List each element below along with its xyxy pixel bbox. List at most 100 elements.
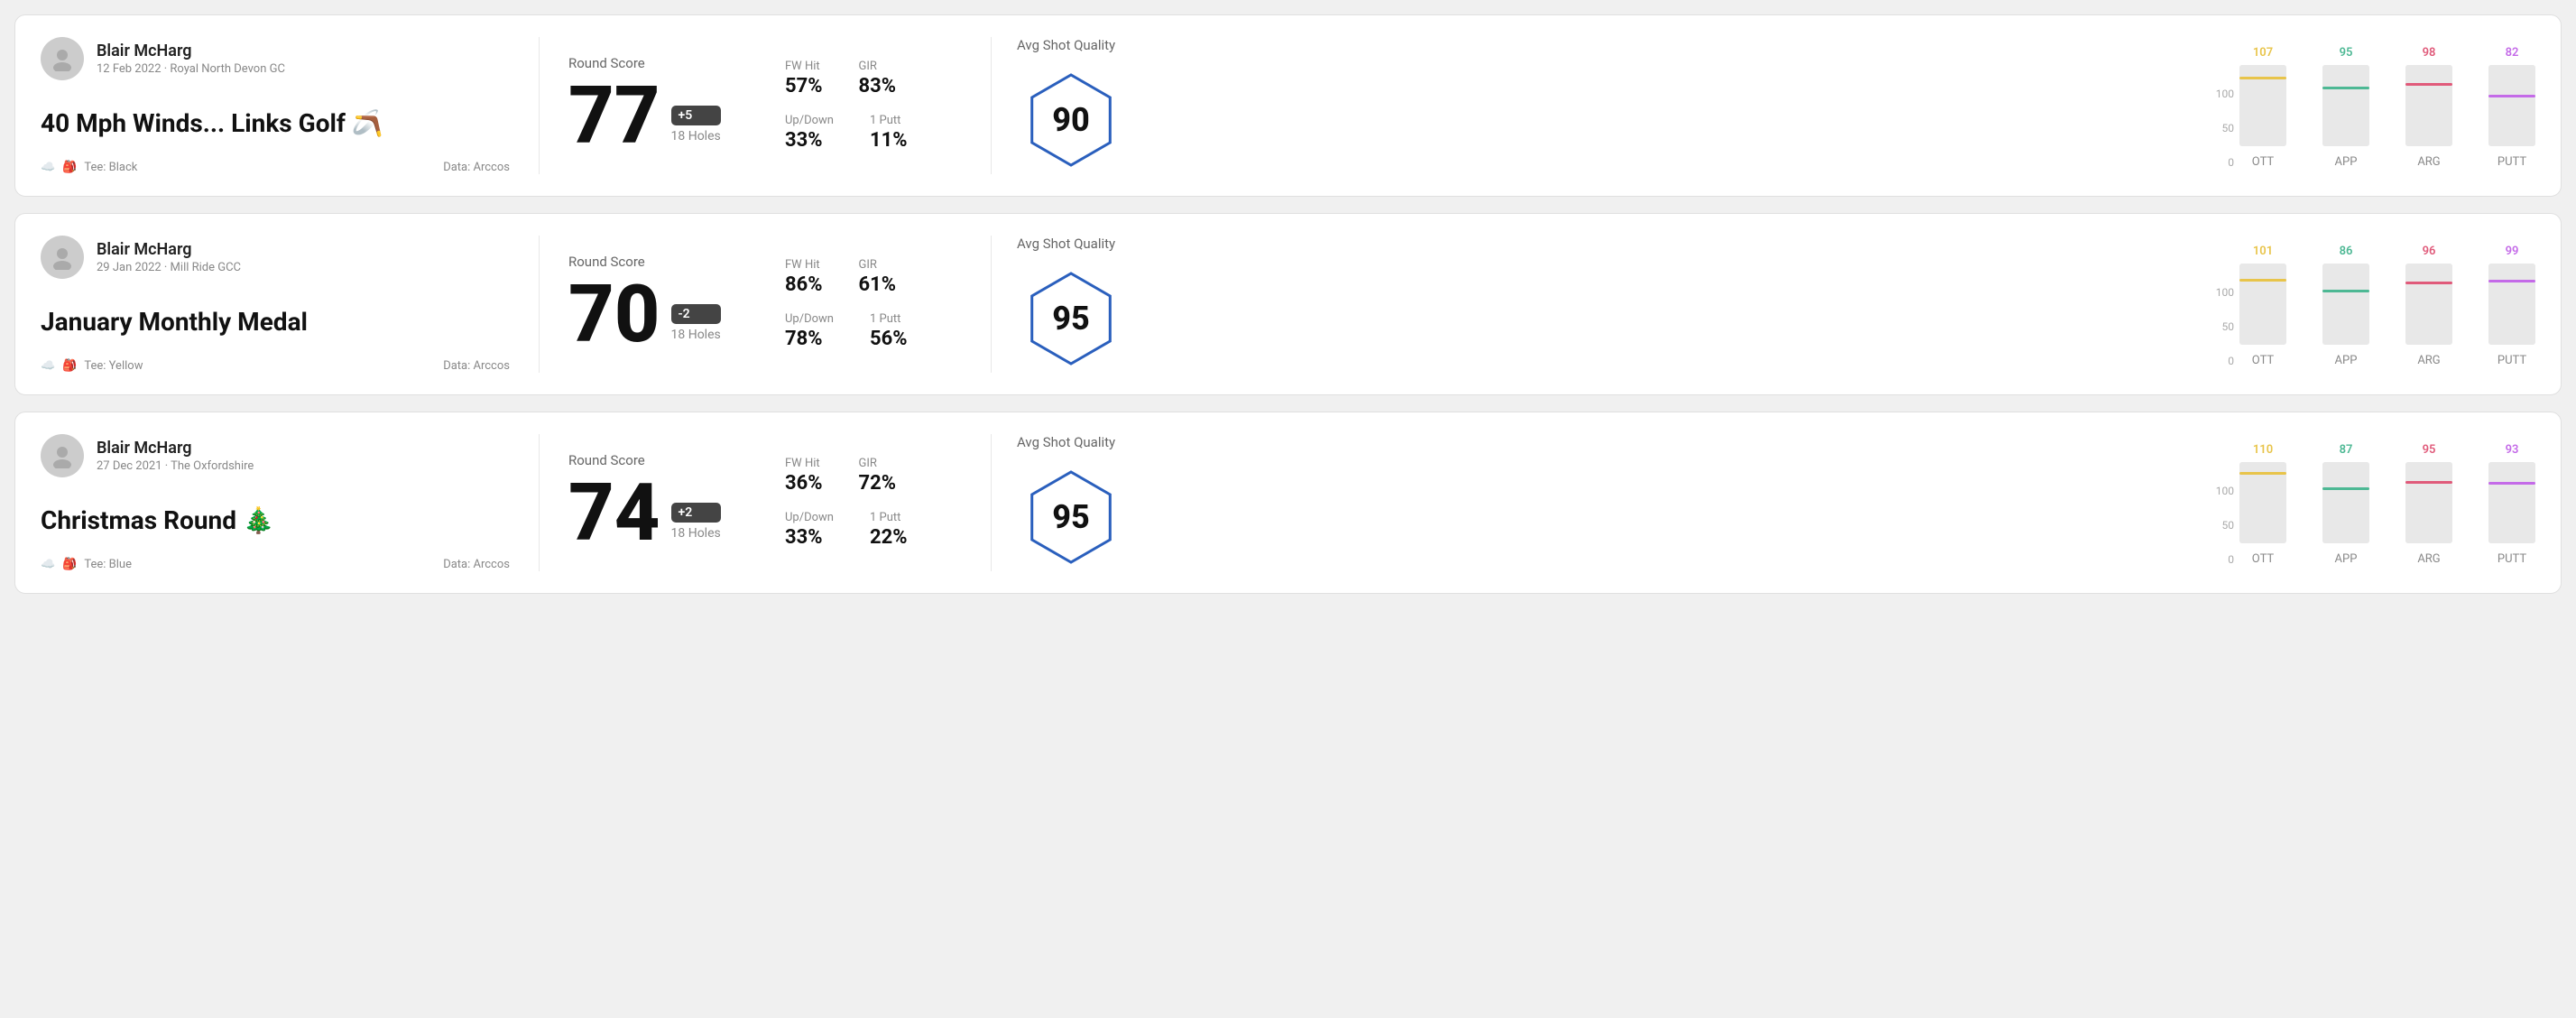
holes-label: 18 Holes: [671, 526, 721, 541]
tee-row: ☁️ 🎒 Tee: Yellow Data: Arccos: [41, 359, 510, 373]
stat-gir: GIR72%: [859, 457, 897, 495]
chart-column: 99 PUTT: [2488, 245, 2535, 367]
data-source: Data: Arccos: [443, 161, 510, 174]
bar-label: PUTT: [2498, 155, 2526, 169]
stat-label: FW Hit: [785, 457, 823, 470]
stats-row-bottom: Up/Down 78% 1 Putt56%: [785, 312, 965, 350]
stat-label: Up/Down: [785, 312, 834, 326]
stat-value: 33%: [785, 526, 834, 549]
stat-oneputt: 1 Putt 11%: [870, 114, 908, 152]
bar-chart-section: 100500101OTT86APP96ARG99PUTT: [1179, 236, 2535, 373]
y-axis-label: 100: [2216, 88, 2234, 100]
stat-oneputt: 1 Putt56%: [870, 312, 908, 350]
score-diff-badge: +5: [671, 106, 721, 125]
score-section: Round Score74+218 Holes: [568, 434, 767, 571]
bar-value: 110: [2253, 443, 2273, 457]
stats-row-bottom: Up/Down33% 1 Putt 11%: [785, 114, 965, 152]
quality-label: Avg Shot Quality: [1017, 236, 1115, 252]
user-meta: 12 Feb 2022 · Royal North Devon GC: [97, 62, 285, 76]
bar-value: 99: [2506, 245, 2519, 258]
stat-value: 61%: [859, 273, 897, 296]
bar-value: 87: [2340, 443, 2353, 457]
stat-label: Up/Down: [785, 511, 834, 524]
tee-label: Tee: Yellow: [84, 359, 143, 373]
quality-section: Avg Shot Quality90: [1017, 37, 1179, 174]
quality-value: 95: [1052, 300, 1090, 338]
round-left-section: Blair McHarg 12 Feb 2022 · Royal North De…: [41, 37, 510, 174]
avatar: [41, 37, 84, 80]
bag-icon: 🎒: [62, 558, 77, 571]
stat-value: 86%: [785, 273, 823, 296]
chart-column: 86APP: [2322, 245, 2369, 367]
weather-icon: ☁️: [41, 161, 55, 174]
round-title: January Monthly Medal: [41, 307, 510, 338]
stats-row-top: FW Hit57%GIR83%: [785, 60, 965, 97]
y-axis-label: 0: [2228, 553, 2234, 566]
chart-column: 110OTT: [2239, 443, 2286, 566]
user-info: Blair McHarg29 Jan 2022 · Mill Ride GCC: [97, 240, 241, 274]
hexagon-quality: 95: [1017, 264, 1125, 373]
bar-value: 93: [2506, 443, 2519, 457]
y-axis-label: 50: [2222, 122, 2235, 134]
bar-chart-section: 100500110OTT87APP95ARG93PUTT: [1179, 434, 2535, 571]
bar-value: 101: [2253, 245, 2273, 258]
round-card: Blair McHarg29 Jan 2022 · Mill Ride GCC J…: [14, 213, 2562, 395]
hexagon-quality: 95: [1017, 463, 1125, 571]
tee-info: ☁️ 🎒 Tee: Yellow: [41, 359, 143, 373]
score-row: 74+218 Holes: [568, 474, 767, 553]
stat-label: 1 Putt: [870, 114, 908, 127]
data-source: Data: Arccos: [443, 359, 510, 373]
chart-column: 95ARG: [2405, 443, 2452, 566]
bar-label: OTT: [2252, 354, 2274, 367]
stat-label: GIR: [859, 457, 897, 470]
stat-updown: Up/Down 78%: [785, 312, 834, 350]
stat-label: FW Hit: [785, 258, 823, 272]
weather-icon: ☁️: [41, 359, 55, 373]
avatar: [41, 236, 84, 279]
tee-info: ☁️🎒Tee: Blue: [41, 558, 132, 571]
round-card: Blair McHarg27 Dec 2021 · The Oxfordshir…: [14, 412, 2562, 594]
holes-label: 18 Holes: [671, 129, 721, 143]
stat-updown: Up/Down33%: [785, 114, 834, 152]
bag-icon: 🎒: [62, 359, 77, 373]
y-axis-label: 0: [2228, 355, 2234, 367]
score-section: Round Score70-218 Holes: [568, 236, 767, 373]
y-axis-label: 100: [2216, 286, 2234, 299]
stat-updown: Up/Down 33%: [785, 511, 834, 549]
score-number: 70: [568, 275, 660, 355]
stat-label: GIR: [859, 258, 897, 272]
weather-icon: ☁️: [41, 558, 55, 571]
bar-value: 82: [2506, 46, 2519, 60]
stat-gir: GIR61%: [859, 258, 897, 296]
bar-value: 95: [2340, 46, 2353, 60]
chart-column: 95 APP: [2322, 46, 2369, 169]
user-info: Blair McHarg27 Dec 2021 · The Oxfordshir…: [97, 439, 254, 473]
user-row: Blair McHarg29 Jan 2022 · Mill Ride GCC: [41, 236, 510, 279]
bar-label: APP: [2335, 155, 2358, 169]
avatar: [41, 434, 84, 477]
chart-column: 93PUTT: [2488, 443, 2535, 566]
user-name: Blair McHarg: [97, 439, 254, 458]
score-diff-badge: -2: [671, 304, 721, 324]
user-meta: 27 Dec 2021 · The Oxfordshire: [97, 459, 254, 473]
tee-row: ☁️🎒Tee: BlueData: Arccos: [41, 558, 510, 571]
stat-value: 78%: [785, 328, 834, 350]
quality-section: Avg Shot Quality 95: [1017, 434, 1179, 571]
quality-section: Avg Shot Quality 95: [1017, 236, 1179, 373]
bar-label: ARG: [2417, 354, 2440, 367]
stat-value: 11%: [870, 129, 908, 152]
bag-icon: 🎒: [62, 161, 77, 174]
score-row: 70 -2 18 Holes: [568, 275, 767, 355]
score-number: 74: [568, 474, 660, 553]
stats-row-bottom: Up/Down33%1 Putt22%: [785, 511, 965, 549]
bar-label: PUTT: [2498, 354, 2526, 367]
stat-label: Up/Down: [785, 114, 834, 127]
stats-section: FW Hit57%GIR83% Up/Down33% 1 Putt 11%: [785, 37, 965, 174]
holes-label: 18 Holes: [671, 328, 721, 342]
user-name: Blair McHarg: [97, 42, 285, 60]
stat-fw-hit: FW Hit86%: [785, 258, 823, 296]
stat-gir: GIR83%: [859, 60, 897, 97]
quality-label: Avg Shot Quality: [1017, 434, 1115, 450]
score-number: 77: [568, 77, 660, 156]
tee-label: Tee: Black: [84, 161, 137, 174]
